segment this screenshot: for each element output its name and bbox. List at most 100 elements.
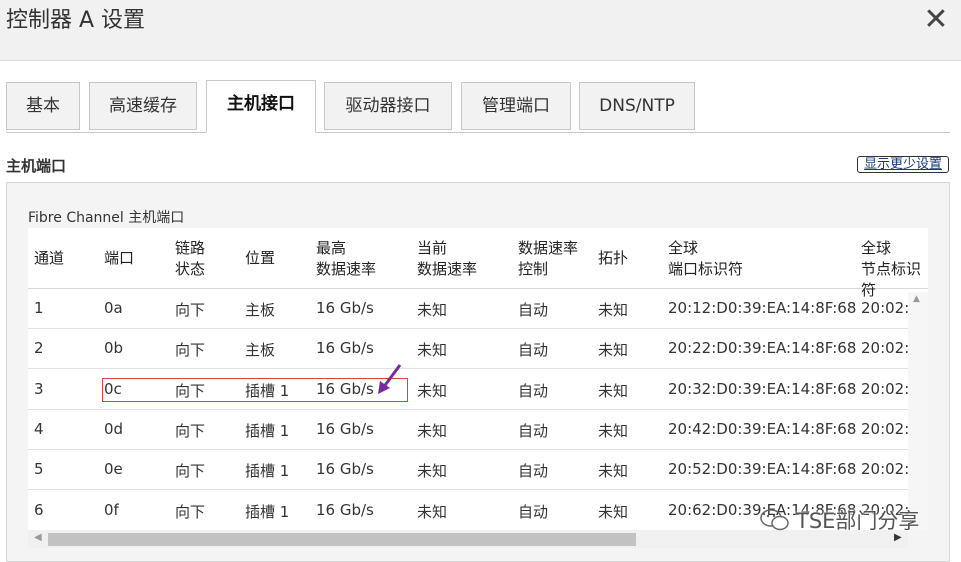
table-cell: 未知 [598, 462, 629, 481]
table-cell: 0b [104, 339, 124, 358]
table-cell: 向下 [175, 462, 206, 481]
column-header-line: 数据速率 [316, 260, 377, 278]
column-header-line: 通道 [34, 249, 65, 267]
table-header-row [28, 228, 928, 289]
column-header-line: 端口 [104, 249, 135, 267]
wechat-icon [760, 508, 790, 537]
column-header-line: 数据速率 [417, 260, 478, 278]
column-header-line: 全球 [668, 239, 699, 257]
table-cell: 20:22:D0:39:EA:14:8F:68 [668, 339, 857, 358]
table-cell: 20:32:D0:39:EA:14:8F:68 [668, 379, 857, 398]
column-header: 位置 [245, 248, 275, 269]
table-cell: 5 [34, 460, 44, 479]
tab-drive-interface[interactable]: 驱动器接口 [324, 82, 452, 130]
dialog-titlebar: 控制器 A 设置 ✕ [0, 0, 961, 61]
column-header: 通道 [34, 248, 64, 269]
column-header: 数据速率 控制 [518, 238, 578, 280]
column-header-line: 最高 [316, 239, 347, 257]
close-icon[interactable]: ✕ [920, 4, 952, 36]
annotation-highlight-box [102, 378, 408, 402]
column-header-line: 全球 [861, 239, 892, 257]
column-header-line: 链路 [175, 239, 206, 257]
vertical-scrollbar[interactable]: ▲ [908, 292, 928, 530]
column-header-line: 数据速率 [518, 239, 579, 257]
table-cell: 未知 [417, 462, 448, 481]
scroll-left-icon[interactable]: ◀ [34, 532, 42, 543]
dialog-title: 控制器 A 设置 [6, 8, 146, 33]
table-cell: 16 Gb/s [316, 339, 374, 358]
column-header: 最高 数据速率 [316, 238, 376, 280]
table-cell: 未知 [598, 421, 629, 440]
panel-caption: Fibre Channel 主机端口 [28, 210, 185, 226]
table-cell: 向下 [175, 502, 206, 521]
table-cell: 主板 [245, 301, 276, 319]
table-cell: 未知 [417, 421, 448, 440]
tab-dns-ntp[interactable]: DNS/NTP [579, 82, 695, 130]
column-header-line: 端口标识符 [668, 260, 744, 278]
column-header-line: 当前 [417, 239, 448, 257]
table-cell: 20:42:D0:39:EA:14:8F:68 [668, 419, 857, 438]
tab-host-interface[interactable]: 主机接口 [206, 80, 316, 133]
horizontal-scroll-thumb[interactable] [48, 533, 636, 546]
column-header-line: 位置 [245, 249, 276, 267]
row-divider [28, 368, 928, 370]
column-header: 全球 端口标识符 [668, 238, 743, 280]
table-cell: 未知 [417, 502, 448, 521]
settings-tabs: 基本 高速缓存 主机接口 驱动器接口 管理端口 DNS/NTP [6, 80, 950, 133]
table-cell: 未知 [598, 301, 629, 319]
row-divider [28, 408, 928, 410]
section-title: 主机端口 [6, 157, 67, 175]
table-cell: 未知 [598, 381, 629, 400]
row-divider [28, 489, 928, 491]
tab-cache[interactable]: 高速缓存 [89, 82, 197, 130]
table-cell: 未知 [598, 502, 629, 521]
row-divider [28, 328, 928, 329]
table-cell: 自动 [518, 341, 549, 360]
table-cell: 0a [104, 299, 123, 317]
table-cell: 向下 [175, 301, 206, 319]
column-header-line: 控制 [518, 260, 549, 278]
table-cell: 未知 [417, 381, 448, 400]
table-cell: 6 [34, 500, 44, 519]
table-cell: 向下 [175, 421, 206, 440]
table-cell: 自动 [518, 381, 549, 400]
table-cell: 16 Gb/s [316, 460, 374, 479]
table-cell: 自动 [518, 502, 549, 521]
table-cell: 未知 [598, 341, 629, 360]
show-less-settings-link[interactable]: 显示更少设置 [857, 156, 949, 173]
table-cell: 插槽 1 [245, 421, 290, 440]
table-cell: 自动 [518, 462, 549, 481]
table-cell: 0f [104, 500, 119, 519]
table-cell: 16 Gb/s [316, 500, 374, 519]
tab-management-port[interactable]: 管理端口 [461, 82, 571, 130]
table-cell: 0e [104, 460, 123, 479]
column-header-line: 拓扑 [598, 249, 629, 267]
table-cell: 2 [34, 339, 44, 358]
row-divider [28, 448, 928, 450]
table-cell: 未知 [417, 341, 448, 360]
table-cell: 自动 [518, 421, 549, 440]
table-cell: 0d [104, 419, 124, 438]
table-cell: 插槽 1 [245, 502, 290, 521]
table-cell: 20:52:D0:39:EA:14:8F:68 [668, 460, 857, 479]
annotation-arrow-icon [378, 364, 402, 394]
scroll-up-icon[interactable]: ▲ [913, 294, 920, 304]
watermark-text: TSE部门分享 [796, 509, 920, 533]
table-cell: 未知 [417, 301, 448, 319]
table-cell: 向下 [175, 341, 206, 360]
table-cell: 4 [34, 419, 44, 438]
table-cell: 插槽 1 [245, 462, 290, 481]
watermark: TSE部门分享 [760, 505, 919, 535]
table-cell: 16 Gb/s [316, 419, 374, 438]
tab-basic[interactable]: 基本 [6, 82, 80, 130]
column-header: 拓扑 [598, 248, 628, 269]
column-header: 链路 状态 [175, 238, 205, 280]
column-header: 端口 [104, 248, 134, 269]
column-header-line: 状态 [175, 260, 206, 278]
table-cell: 主板 [245, 341, 276, 360]
table-cell: 自动 [518, 301, 549, 319]
table-cell: 20:12:D0:39:EA:14:8F:68 [668, 299, 857, 317]
table-cell: 3 [34, 379, 44, 398]
column-header: 当前 数据速率 [417, 238, 477, 280]
table-cell: 1 [34, 299, 44, 317]
